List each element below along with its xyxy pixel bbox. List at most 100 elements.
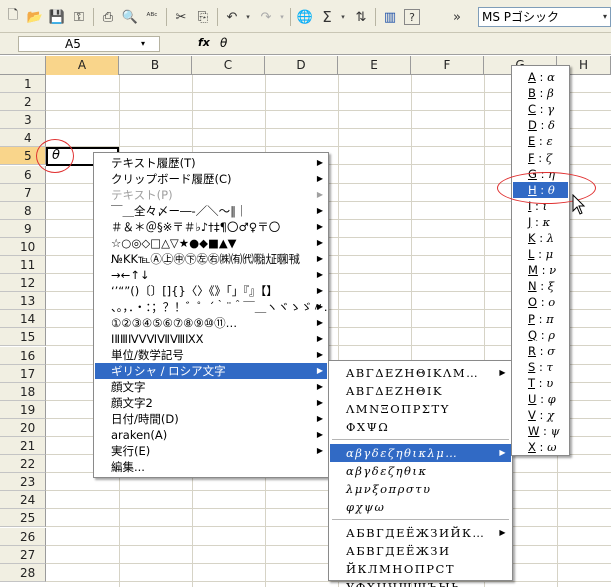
greek-menu-item-1[interactable]: ΑΒΓΔΕΖΗΘΙΚ: [330, 382, 511, 400]
greek-letter-item-e[interactable]: E : ε: [513, 133, 568, 149]
greek-letter-item-p[interactable]: P : π: [513, 311, 568, 327]
chart-wizard-icon[interactable]: ▥: [379, 7, 401, 27]
row-header-2[interactable]: 2: [0, 93, 46, 111]
greek-letter-item-j[interactable]: J : κ: [513, 214, 568, 230]
greek-menu-item-8[interactable]: АБВГДЕЁЖЗИЙК… ▶: [330, 524, 511, 542]
row-header-18[interactable]: 18: [0, 383, 46, 401]
greek-letter-item-q[interactable]: Q : ρ: [513, 327, 568, 343]
greek-letter-item-o[interactable]: O : ο: [513, 294, 568, 310]
select-all-button[interactable]: [0, 56, 46, 75]
greek-letter-item-u[interactable]: U : φ: [513, 391, 568, 407]
row-header-22[interactable]: 22: [0, 455, 46, 473]
name-box[interactable]: A5 ▾: [18, 36, 160, 52]
save-icon[interactable]: 💾: [46, 7, 68, 27]
row-header-8[interactable]: 8: [0, 202, 46, 220]
menu-item-0[interactable]: テキスト履歴(T) ▶: [95, 155, 327, 171]
chevron-down-icon[interactable]: ▾: [141, 37, 145, 51]
chevron-down-icon[interactable]: ▾: [603, 8, 607, 26]
menu-item-13[interactable]: ギリシャ / ロシア文字 ▶: [95, 363, 327, 379]
menu-item-17[interactable]: araken(A) ▶: [95, 427, 327, 443]
column-header-f[interactable]: F: [411, 56, 484, 75]
row-header-11[interactable]: 11: [0, 256, 46, 274]
menu-item-19[interactable]: 編集...: [95, 459, 327, 475]
greek-letter-item-t[interactable]: T : υ: [513, 375, 568, 391]
row-header-17[interactable]: 17: [0, 365, 46, 383]
greek-menu-item-0[interactable]: ΑΒΓΔΕΖΗΘΙΚΛΜ… ▶: [330, 364, 511, 382]
row-header-14[interactable]: 14: [0, 310, 46, 328]
menu-item-3[interactable]: ￣＿全々〆ー―‐／＼～∥｜ ▶: [95, 203, 327, 219]
greek-letter-item-n[interactable]: N : ξ: [513, 278, 568, 294]
row-header-1[interactable]: 1: [0, 75, 46, 93]
row-header-6[interactable]: 6: [0, 166, 46, 184]
greek-letter-item-x[interactable]: X : ω: [513, 439, 568, 455]
menu-item-1[interactable]: クリップボード履歴(C) ▶: [95, 171, 327, 187]
row-header-10[interactable]: 10: [0, 238, 46, 256]
row-header-25[interactable]: 25: [0, 509, 46, 527]
hyperlink-icon[interactable]: 🌐: [294, 7, 316, 27]
greek-letter-item-w[interactable]: W : ψ: [513, 423, 568, 439]
row-header-28[interactable]: 28: [0, 564, 46, 582]
greek-letter-item-s[interactable]: S : τ: [513, 359, 568, 375]
menu-item-18[interactable]: 実行(E) ▶: [95, 443, 327, 459]
undo-dropdown-icon[interactable]: ▾: [243, 7, 253, 27]
row-header-12[interactable]: 12: [0, 274, 46, 292]
menu-item-4[interactable]: ＃＆＊＠§※〒＃♭♪†‡¶〇♂♀〒〇 ▶: [95, 219, 327, 235]
column-header-d[interactable]: D: [265, 56, 338, 75]
menu-item-6[interactable]: №KK℡Ⓐ㊤㊥㊦㊧㊨㈱㈲㈹㍾㍽㍼㍻ ▶: [95, 251, 327, 267]
greek-menu-item-2[interactable]: ΛΜΝΞΟΠΡΣΤΥ: [330, 400, 511, 418]
overflow-icon[interactable]: »: [450, 7, 464, 27]
greek-menu-item-9[interactable]: АБВГДЕЁЖЗИ: [330, 542, 511, 560]
copy-icon[interactable]: ⎘: [192, 7, 214, 27]
row-header-9[interactable]: 9: [0, 220, 46, 238]
row-header-23[interactable]: 23: [0, 473, 46, 491]
column-header-a[interactable]: A: [46, 56, 119, 75]
row-header-20[interactable]: 20: [0, 419, 46, 437]
font-name-select[interactable]: MS Pゴシック ▾: [478, 7, 611, 27]
row-header-3[interactable]: 3: [0, 111, 46, 129]
menu-item-8[interactable]: ‘’“”()〔〕[]{}〈〉《》「」『』【】 ▶: [95, 283, 327, 299]
help-icon[interactable]: ?: [404, 9, 420, 25]
greek-letter-item-a[interactable]: A : α: [513, 69, 568, 85]
greek-menu-item-6[interactable]: λμνξοπρστυ: [330, 480, 511, 498]
redo-icon[interactable]: ↷: [255, 7, 277, 27]
row-header-21[interactable]: 21: [0, 437, 46, 455]
greek-menu-item-5[interactable]: αβγδεζηθικ: [330, 462, 511, 480]
menu-item-11[interactable]: ⅠⅡⅢⅣⅤⅥⅦⅧⅨⅩ ▶: [95, 331, 327, 347]
greek-letter-item-l[interactable]: L : μ: [513, 246, 568, 262]
menu-item-2[interactable]: テキスト(P) ▶: [95, 187, 327, 203]
greek-letter-item-v[interactable]: V : χ: [513, 407, 568, 423]
row-header-13[interactable]: 13: [0, 292, 46, 310]
column-header-e[interactable]: E: [338, 56, 411, 75]
undo-icon[interactable]: ↶: [221, 7, 243, 27]
row-header-26[interactable]: 26: [0, 528, 46, 546]
row-header-16[interactable]: 16: [0, 347, 46, 365]
menu-item-15[interactable]: 顔文字2 ▶: [95, 395, 327, 411]
greek-letter-item-d[interactable]: D : δ: [513, 117, 568, 133]
column-header-c[interactable]: C: [192, 56, 265, 75]
insert-function-icon[interactable]: fx: [198, 36, 210, 49]
menu-item-16[interactable]: 日付/時間(D) ▶: [95, 411, 327, 427]
row-header-24[interactable]: 24: [0, 491, 46, 509]
row-header-4[interactable]: 4: [0, 129, 46, 147]
print-icon[interactable]: ⎙: [97, 7, 119, 27]
greek-letter-item-c[interactable]: C : γ: [513, 101, 568, 117]
open-folder-icon[interactable]: 📂: [24, 7, 46, 27]
greek-letter-item-b[interactable]: B : β: [513, 85, 568, 101]
row-header-7[interactable]: 7: [0, 184, 46, 202]
permission-icon[interactable]: ⚿: [68, 7, 90, 27]
menu-item-9[interactable]: 、。，．・：；？！゛゜´｀¨＾￣＿ヽヾゝゞ〃…‥ ▶: [95, 299, 327, 315]
menu-item-10[interactable]: ①②③④⑤⑥⑦⑧⑨⑩⑪… ▶: [95, 315, 327, 331]
autosum-dropdown-icon[interactable]: ▾: [338, 7, 348, 27]
menu-item-12[interactable]: 単位/数学記号 ▶: [95, 347, 327, 363]
greek-letter-item-f[interactable]: F : ζ: [513, 150, 568, 166]
greek-letter-item-k[interactable]: K : λ: [513, 230, 568, 246]
autosum-icon[interactable]: Σ: [316, 7, 338, 27]
spellcheck-icon[interactable]: ᴬᴮᶜ: [141, 7, 163, 27]
greek-menu-item-10[interactable]: ЙКЛМНОПРСТ: [330, 560, 511, 578]
row-header-27[interactable]: 27: [0, 546, 46, 564]
new-file-icon[interactable]: 🗋: [2, 7, 24, 27]
formula-input[interactable]: θ: [220, 36, 227, 50]
menu-item-7[interactable]: →←↑↓ ▶: [95, 267, 327, 283]
row-header-15[interactable]: 15: [0, 328, 46, 346]
greek-menu-item-11[interactable]: УФХЦЧШЩЪЫЬ: [330, 578, 511, 587]
